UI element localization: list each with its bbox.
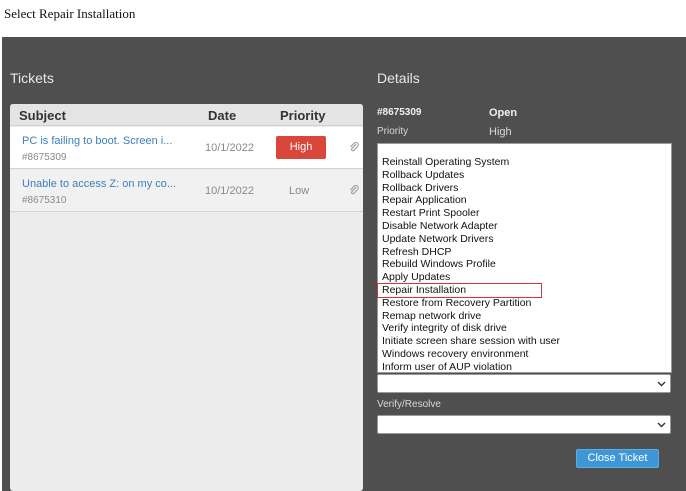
action-option[interactable]: Apply Updates bbox=[378, 271, 671, 284]
action-option[interactable]: Disable Network Adapter bbox=[378, 220, 671, 233]
ticketing-app: Tickets Details Subject Date Priority PC… bbox=[2, 37, 686, 491]
ticket-date: 10/1/2022 bbox=[205, 185, 254, 197]
column-header-subject[interactable]: Subject bbox=[19, 108, 66, 123]
action-option[interactable]: Update Network Drivers bbox=[378, 233, 671, 246]
action-option[interactable]: Remap network drive bbox=[378, 310, 671, 323]
ticket-date: 10/1/2022 bbox=[205, 142, 254, 154]
close-ticket-button[interactable]: Close Ticket bbox=[576, 449, 659, 468]
details-title: Details bbox=[377, 70, 420, 86]
detail-ticket-id: #8675309 bbox=[377, 107, 422, 118]
tickets-table-header: Subject Date Priority bbox=[10, 104, 363, 126]
action-option[interactable]: Inform user of AUP violation bbox=[378, 361, 671, 374]
action-select[interactable] bbox=[377, 374, 671, 393]
ticket-id: #8675310 bbox=[22, 195, 67, 206]
detail-priority-label: Priority bbox=[377, 126, 409, 137]
ticket-id: #8675309 bbox=[22, 152, 67, 163]
action-option[interactable]: Refresh DHCP bbox=[378, 246, 671, 259]
priority-label-low: Low bbox=[289, 185, 310, 197]
verify-resolve-select[interactable] bbox=[377, 415, 671, 434]
column-header-priority[interactable]: Priority bbox=[280, 108, 326, 123]
ticket-row-8675310[interactable]: Unable to access Z: on my co... #8675310… bbox=[10, 170, 363, 212]
ticket-subject[interactable]: Unable to access Z: on my co... bbox=[22, 178, 192, 190]
action-option[interactable]: Repair Application bbox=[378, 194, 671, 207]
caption: Select Repair Installation bbox=[4, 6, 136, 21]
detail-status: Open bbox=[489, 107, 518, 119]
action-option[interactable]: Windows recovery environment bbox=[378, 348, 671, 361]
action-option[interactable]: Restore from Recovery Partition bbox=[378, 297, 671, 310]
tickets-table: Subject Date Priority PC is failing to b… bbox=[10, 104, 363, 491]
action-option[interactable]: Verify integrity of disk drive bbox=[378, 322, 671, 335]
ticket-row-8675309[interactable]: PC is failing to boot. Screen i... #8675… bbox=[10, 127, 363, 169]
action-option[interactable]: Rollback Drivers bbox=[378, 182, 671, 195]
action-option[interactable]: Reinstall Operating System bbox=[378, 156, 671, 169]
column-header-date[interactable]: Date bbox=[208, 108, 236, 123]
chevron-down-icon bbox=[657, 381, 666, 387]
action-listbox[interactable]: Reinstall Operating System Rollback Upda… bbox=[377, 143, 672, 373]
chevron-down-icon bbox=[657, 422, 666, 428]
priority-badge-high: High bbox=[276, 136, 326, 159]
verify-resolve-label: Verify/Resolve bbox=[377, 399, 441, 410]
action-option[interactable]: Restart Print Spooler bbox=[378, 207, 671, 220]
paperclip-icon bbox=[350, 141, 359, 152]
action-option[interactable]: Rebuild Windows Profile bbox=[378, 258, 671, 271]
paperclip-icon bbox=[350, 184, 359, 195]
detail-priority-value: High bbox=[489, 126, 512, 138]
action-option[interactable]: Rollback Updates bbox=[378, 169, 671, 182]
action-option[interactable]: Initiate screen share session with user bbox=[378, 335, 671, 348]
action-option-repair-installation[interactable]: Repair Installation bbox=[377, 282, 542, 298]
tickets-title: Tickets bbox=[10, 70, 54, 86]
ticket-subject[interactable]: PC is failing to boot. Screen i... bbox=[22, 135, 192, 147]
